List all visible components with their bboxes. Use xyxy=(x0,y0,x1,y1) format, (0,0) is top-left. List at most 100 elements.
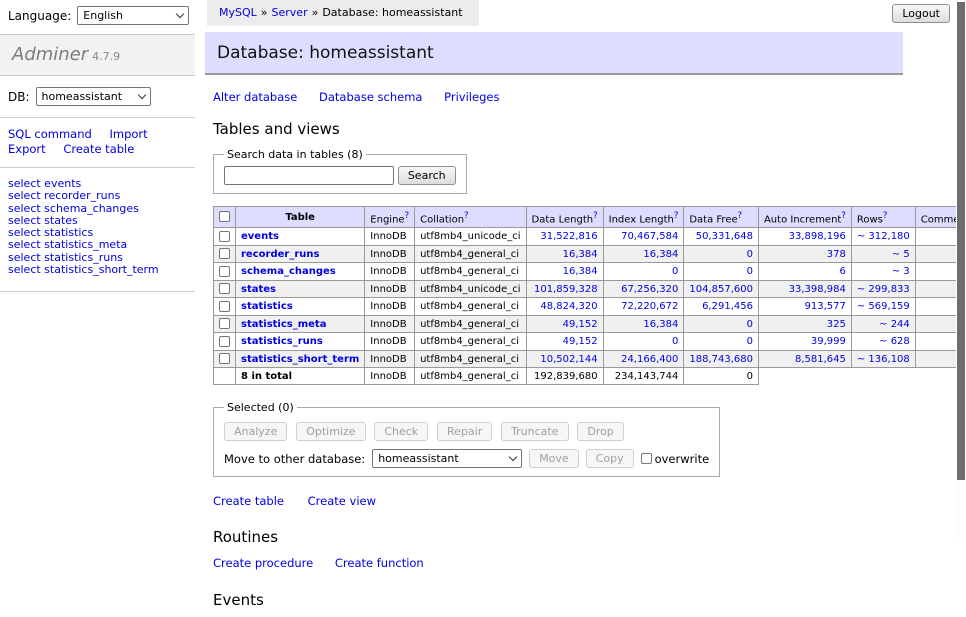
data-length-link[interactable]: 101,859,328 xyxy=(532,284,598,295)
language-select[interactable]: English xyxy=(77,6,189,25)
app-version[interactable]: 4.7.9 xyxy=(92,50,120,63)
auto-increment-link[interactable]: 33,398,984 xyxy=(764,284,846,295)
column-header-index-length: Index Length? xyxy=(603,207,684,228)
help-link[interactable]: ? xyxy=(593,211,598,221)
check-button[interactable]: Check xyxy=(374,422,428,441)
rows-link[interactable]: ~ 244 xyxy=(857,319,910,330)
breadcrumb-link-mysql[interactable]: MySQL xyxy=(219,6,257,19)
drop-button[interactable]: Drop xyxy=(577,422,623,441)
sidebar-link-create-table[interactable]: Create table xyxy=(63,142,134,156)
data-free-link[interactable]: 0 xyxy=(689,266,753,277)
auto-increment-link[interactable]: 33,898,196 xyxy=(764,231,846,242)
data-length-link[interactable]: 31,522,816 xyxy=(532,231,598,242)
optimize-button[interactable]: Optimize xyxy=(296,422,365,441)
index-length-link[interactable]: 67,256,320 xyxy=(609,284,679,295)
index-length-link[interactable]: 72,220,672 xyxy=(609,301,679,312)
rows-link[interactable]: ~ 312,180 xyxy=(857,231,910,242)
help-link[interactable]: ? xyxy=(883,211,888,221)
table-name-link[interactable]: states xyxy=(241,284,276,295)
scrollbar-thumb[interactable] xyxy=(957,2,965,480)
data-free-link[interactable]: 188,743,680 xyxy=(689,354,753,365)
table-name-link[interactable]: statistics_meta xyxy=(241,319,326,330)
row-checkbox[interactable] xyxy=(219,336,230,347)
data-free-link[interactable]: 6,291,456 xyxy=(689,301,753,312)
data-free-link[interactable]: 50,331,648 xyxy=(689,231,753,242)
rows-link[interactable]: ~ 3 xyxy=(857,266,910,277)
row-checkbox[interactable] xyxy=(219,353,230,364)
create-procedure-link[interactable]: Create procedure xyxy=(213,556,313,570)
data-free-link[interactable]: 0 xyxy=(689,336,753,347)
auto-increment-link[interactable]: 6 xyxy=(764,266,846,277)
alter-database-link[interactable]: Alter database xyxy=(213,90,297,104)
db-select[interactable]: homeassistant xyxy=(36,87,151,106)
data-length-link[interactable]: 49,152 xyxy=(532,336,598,347)
rows-link[interactable]: ~ 299,833 xyxy=(857,284,910,295)
auto-increment-link[interactable]: 39,999 xyxy=(764,336,846,347)
data-length-link[interactable]: 16,384 xyxy=(532,249,598,260)
help-link[interactable]: ? xyxy=(405,211,410,221)
row-checkbox[interactable] xyxy=(219,248,230,259)
copy-button[interactable]: Copy xyxy=(586,449,634,468)
help-link[interactable]: ? xyxy=(738,211,743,221)
sidebar-table-link-statistics-meta[interactable]: select statistics_meta xyxy=(8,239,187,251)
table-name-link[interactable]: statistics_runs xyxy=(241,336,323,347)
move-db-select[interactable]: homeassistant xyxy=(372,449,522,468)
repair-button[interactable]: Repair xyxy=(437,422,492,441)
data-free-link[interactable]: 104,857,600 xyxy=(689,284,753,295)
row-checkbox[interactable] xyxy=(219,231,230,242)
data-free-link[interactable]: 0 xyxy=(689,319,753,330)
auto-increment-link[interactable]: 8,581,645 xyxy=(764,354,846,365)
table-name-link[interactable]: recorder_runs xyxy=(241,249,319,260)
index-length-link[interactable]: 16,384 xyxy=(609,319,679,330)
analyze-button[interactable]: Analyze xyxy=(224,422,287,441)
create-function-link[interactable]: Create function xyxy=(335,556,424,570)
index-length-link[interactable]: 24,166,400 xyxy=(609,354,679,365)
table-name-link[interactable]: statistics xyxy=(241,301,293,312)
data-length-link[interactable]: 48,824,320 xyxy=(532,301,598,312)
sidebar-link-import[interactable]: Import xyxy=(109,127,147,141)
rows-link[interactable]: ~ 136,108 xyxy=(857,354,910,365)
index-length-link[interactable]: 0 xyxy=(609,336,679,347)
create-table-link[interactable]: Create table xyxy=(213,494,284,508)
auto-increment-link[interactable]: 378 xyxy=(764,249,846,260)
engine-cell: InnoDB xyxy=(365,228,415,246)
data-length-link[interactable]: 10,502,144 xyxy=(532,354,598,365)
table-name-link[interactable]: statistics_short_term xyxy=(241,354,359,365)
search-input[interactable] xyxy=(224,166,394,185)
auto-increment-link[interactable]: 913,577 xyxy=(764,301,846,312)
row-checkbox[interactable] xyxy=(219,283,230,294)
scrollbar[interactable] xyxy=(956,0,966,543)
truncate-button[interactable]: Truncate xyxy=(501,422,568,441)
help-link[interactable]: ? xyxy=(674,211,679,221)
rows-link[interactable]: ~ 5 xyxy=(857,249,910,260)
data-length-link[interactable]: 16,384 xyxy=(532,266,598,277)
row-checkbox[interactable] xyxy=(219,301,230,312)
privileges-link[interactable]: Privileges xyxy=(444,90,499,104)
index-length-link[interactable]: 0 xyxy=(609,266,679,277)
sidebar-link-export[interactable]: Export xyxy=(8,142,46,156)
index-length-link[interactable]: 70,467,584 xyxy=(609,231,679,242)
language-label: Language: xyxy=(8,9,71,23)
search-button[interactable]: Search xyxy=(398,166,456,185)
move-button[interactable]: Move xyxy=(529,449,579,468)
index-length-link[interactable]: 16,384 xyxy=(609,249,679,260)
auto-increment-link[interactable]: 325 xyxy=(764,319,846,330)
rows-link[interactable]: ~ 628 xyxy=(857,336,910,347)
table-name-link[interactable]: schema_changes xyxy=(241,266,336,277)
data-free-link[interactable]: 0 xyxy=(689,249,753,260)
sidebar-table-link-statistics-short-term[interactable]: select statistics_short_term xyxy=(8,264,187,276)
table-name-link[interactable]: events xyxy=(241,231,279,242)
sidebar-table-link-recorder-runs[interactable]: select recorder_runs xyxy=(8,190,187,202)
data-length-link[interactable]: 49,152 xyxy=(532,319,598,330)
row-checkbox[interactable] xyxy=(219,266,230,277)
breadcrumb-link-server[interactable]: Server xyxy=(272,6,308,19)
help-link[interactable]: ? xyxy=(841,211,846,221)
row-checkbox[interactable] xyxy=(219,318,230,329)
create-view-link[interactable]: Create view xyxy=(308,494,376,508)
overwrite-checkbox[interactable] xyxy=(641,453,652,464)
rows-link[interactable]: ~ 569,159 xyxy=(857,301,910,312)
sidebar-link-sql-command[interactable]: SQL command xyxy=(8,127,92,141)
database-schema-link[interactable]: Database schema xyxy=(319,90,422,104)
help-link[interactable]: ? xyxy=(464,211,469,221)
select-all-checkbox[interactable] xyxy=(219,211,230,222)
